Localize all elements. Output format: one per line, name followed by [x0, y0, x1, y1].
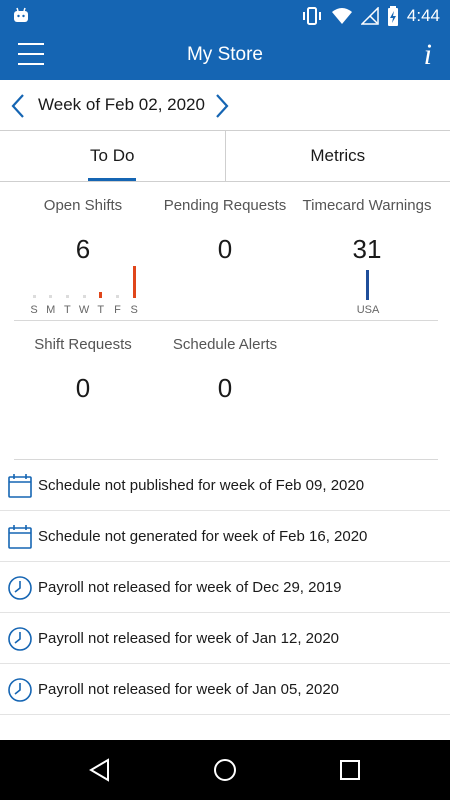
chart-bar — [132, 266, 136, 298]
schedule-alerts-label: Schedule Alerts — [172, 336, 278, 353]
week-navigator: Week of Feb 02, 2020 — [0, 80, 450, 130]
open-shifts-metric[interactable]: Open Shifts 6 — [23, 197, 143, 265]
week-label: Week of Feb 02, 2020 — [38, 95, 205, 114]
chart-bar — [65, 295, 69, 298]
system-navigation-bar — [0, 740, 450, 800]
pending-requests-value: 0 — [217, 234, 233, 264]
chart-bar — [82, 295, 86, 298]
calendar-icon — [7, 473, 33, 504]
alert-row[interactable]: Schedule not published for week of Feb 0… — [0, 460, 450, 511]
recents-icon[interactable] — [339, 758, 361, 782]
timecard-region-label: USA — [356, 304, 380, 316]
open-shifts-label: Open Shifts — [43, 197, 123, 214]
active-tab-indicator — [88, 178, 136, 181]
page-title: My Store — [186, 44, 264, 65]
pending-requests-metric[interactable]: Pending Requests 0 — [155, 197, 295, 265]
android-icon — [14, 7, 28, 22]
chart-day-label: T — [64, 304, 71, 316]
schedule-alerts-value: 0 — [217, 373, 233, 403]
timecard-warnings-label: Timecard Warnings — [302, 197, 432, 214]
no-signal-icon — [360, 7, 379, 25]
divider — [14, 320, 438, 321]
alert-text: Schedule not generated for week of Feb 1… — [38, 528, 368, 545]
tab-label: To Do — [90, 146, 135, 165]
chart-day-label: F — [114, 304, 121, 316]
chart-bar — [49, 295, 53, 298]
calendar-icon — [7, 524, 33, 555]
alert-row[interactable]: Payroll not released for week of Dec 29,… — [0, 562, 450, 613]
timecard-warnings-value: 31 — [352, 234, 382, 264]
shift-requests-value: 0 — [75, 373, 91, 403]
shift-requests-label: Shift Requests — [34, 336, 132, 353]
schedule-alerts-metric[interactable]: Schedule Alerts 0 — [160, 336, 290, 404]
chart-day-label: T — [97, 304, 105, 316]
alert-text: Schedule not published for week of Feb 0… — [38, 477, 365, 494]
info-icon[interactable]: i — [424, 38, 432, 72]
alert-row[interactable]: Payroll not released for week of Jan 12,… — [0, 613, 450, 664]
tab-metrics[interactable]: Metrics — [224, 131, 450, 181]
clock-icon — [7, 626, 33, 657]
alert-text: Payroll not released for week of Jan 12,… — [38, 630, 340, 647]
shift-requests-metric[interactable]: Shift Requests 0 — [23, 336, 143, 404]
app-bar: My Store i — [0, 32, 450, 80]
home-icon[interactable] — [213, 758, 237, 782]
battery-charging-icon — [387, 6, 398, 26]
chart-day-label: S — [130, 304, 138, 316]
chart-bar — [32, 295, 36, 298]
clock-icon — [7, 575, 33, 606]
chart-day-label: S — [30, 304, 38, 316]
alert-text: Payroll not released for week of Dec 29,… — [38, 579, 342, 596]
wifi-icon — [331, 8, 352, 24]
clock-icon — [7, 677, 33, 708]
status-bar: 4:44 — [0, 0, 450, 32]
chart-day-label: M — [46, 304, 56, 316]
chart-bar — [116, 295, 119, 298]
timecard-warnings-metric[interactable]: Timecard Warnings 31 — [296, 197, 438, 265]
chevron-left-icon[interactable] — [10, 93, 26, 119]
status-time: 4:44 — [406, 6, 440, 25]
chart-bar — [99, 291, 103, 298]
tab-bar: To Do Metrics — [0, 130, 450, 182]
open-shifts-chart: SMTWTFS — [28, 266, 140, 318]
back-icon[interactable] — [88, 758, 112, 782]
timecard-region-bar — [366, 270, 369, 300]
alerts-list: Schedule not published for week of Feb 0… — [0, 460, 450, 715]
tab-label: Metrics — [310, 146, 366, 165]
alert-row[interactable]: Schedule not generated for week of Feb 1… — [0, 511, 450, 562]
vibrate-icon — [302, 7, 321, 25]
tab-to-do[interactable]: To Do — [0, 131, 225, 181]
open-shifts-value: 6 — [75, 234, 91, 264]
alert-text: Payroll not released for week of Jan 05,… — [38, 681, 340, 698]
chevron-right-icon[interactable] — [214, 93, 230, 119]
chart-day-label: W — [78, 304, 90, 316]
pending-requests-label: Pending Requests — [163, 197, 287, 214]
alert-row[interactable]: Payroll not released for week of Jan 05,… — [0, 664, 450, 715]
